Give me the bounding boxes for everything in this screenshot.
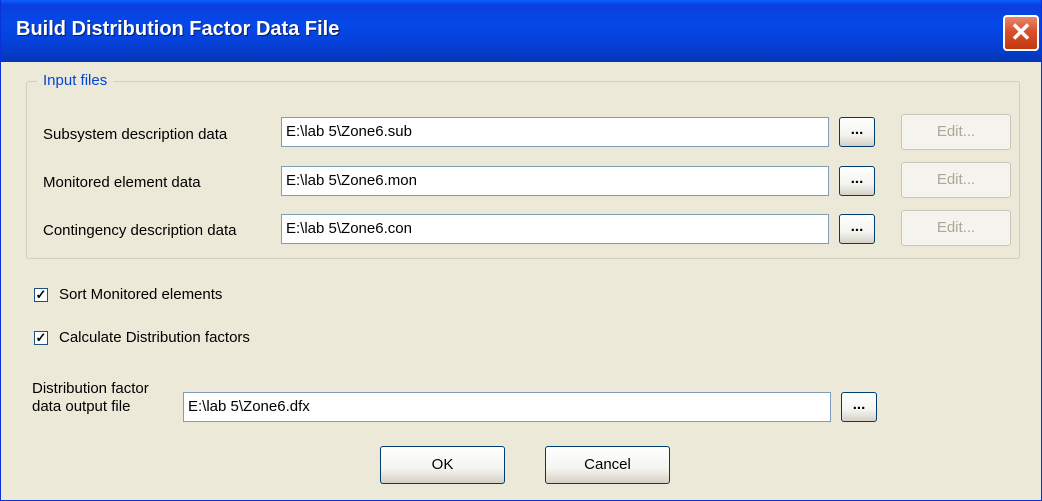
output-label-line2: data output file [32,398,131,415]
title-bar[interactable]: Build Distribution Factor Data File ✕ [1,0,1041,62]
subsystem-browse-button[interactable]: ... [839,117,875,147]
window-title: Build Distribution Factor Data File [16,18,340,40]
monitored-label: Monitored element data [43,174,201,191]
close-icon: ✕ [1010,17,1032,47]
checkmark-icon: ✓ [35,287,47,302]
dialog-window: Build Distribution Factor Data File ✕ In… [0,0,1042,501]
input-files-legend: Input files [37,72,114,89]
output-file-input[interactable]: E:\lab 5\Zone6.dfx [183,392,831,422]
subsystem-file-input[interactable]: E:\lab 5\Zone6.sub [281,117,829,147]
output-browse-button[interactable]: ... [841,392,877,422]
contingency-browse-button[interactable]: ... [839,214,875,244]
subsystem-edit-button[interactable]: Edit... [901,114,1011,150]
calc-factors-checkbox[interactable]: ✓ [34,331,48,345]
calc-factors-label[interactable]: Calculate Distribution factors [59,329,250,346]
cancel-button[interactable]: Cancel [545,446,670,484]
contingency-file-input[interactable]: E:\lab 5\Zone6.con [281,214,829,244]
close-button[interactable]: ✕ [1003,15,1039,51]
monitored-edit-button[interactable]: Edit... [901,162,1011,198]
ok-button[interactable]: OK [380,446,505,484]
contingency-label: Contingency description data [43,222,237,239]
contingency-edit-button[interactable]: Edit... [901,210,1011,246]
checkmark-icon: ✓ [35,330,47,345]
subsystem-label: Subsystem description data [43,126,228,143]
sort-monitored-label[interactable]: Sort Monitored elements [59,286,222,303]
sort-monitored-checkbox[interactable]: ✓ [34,288,48,302]
monitored-browse-button[interactable]: ... [839,166,875,196]
monitored-file-input[interactable]: E:\lab 5\Zone6.mon [281,166,829,196]
output-label-line1: Distribution factor [32,380,149,397]
